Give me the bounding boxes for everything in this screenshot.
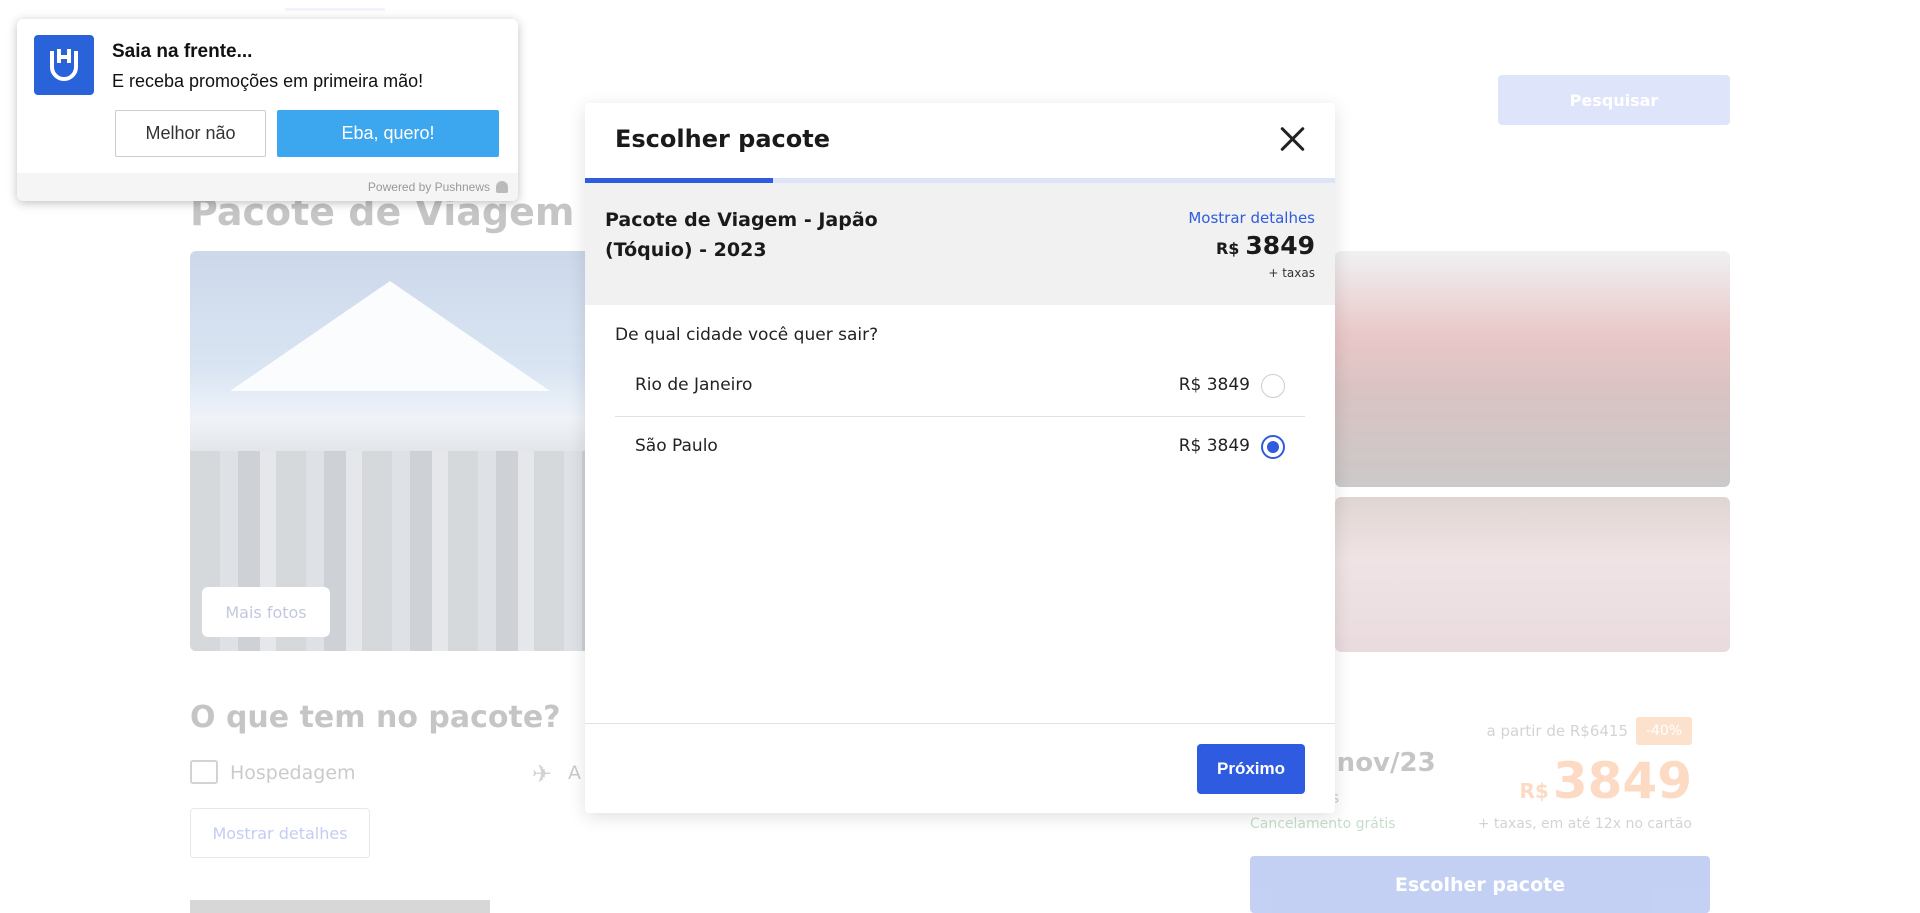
more-photos-button[interactable]: Mais fotos <box>202 587 330 637</box>
choose-package-modal: Escolher pacote Pacote de Viagem - Japão… <box>585 103 1335 813</box>
discount-badge: -40% <box>1636 717 1692 745</box>
push-title: Saia na frente... <box>112 41 253 62</box>
summary-price-value: 3849 <box>1245 231 1315 260</box>
push-footer: Powered by Pushnews <box>17 173 518 201</box>
summary-taxes: + taxas <box>1268 266 1315 280</box>
included-item-lodging: Hospedagem <box>230 762 356 784</box>
accept-button[interactable]: Eba, quero! <box>277 110 499 157</box>
package-name: Pacote de Viagem - Japão (Tóquio) - 2023 <box>605 209 878 261</box>
push-message: E receba promoções em primeira mão! <box>112 71 424 91</box>
next-button[interactable]: Próximo <box>1197 744 1305 794</box>
whats-included-title: O que tem no pacote? <box>190 700 561 735</box>
section-title-partial <box>190 900 490 913</box>
departure-city-question: De qual cidade você quer sair? <box>615 325 879 345</box>
search-button[interactable]: Pesquisar <box>1498 75 1730 125</box>
card-taxes-note: + taxas, em até 12x no cartão <box>1477 816 1692 832</box>
smile-logo-icon <box>34 35 94 95</box>
summary-price-currency: R$ <box>1215 239 1240 258</box>
tab-underline <box>285 8 385 11</box>
temple-photo[interactable] <box>1335 251 1730 487</box>
modal-footer: Próximo <box>585 723 1335 813</box>
city-option-rio[interactable]: Rio de Janeiro R$ 3849 <box>615 357 1305 417</box>
free-cancellation: Cancelamento grátis <box>1250 816 1396 832</box>
close-icon[interactable] <box>1275 121 1311 157</box>
modal-title: Escolher pacote <box>615 125 831 153</box>
card-price: R$ 3849 <box>1520 752 1693 810</box>
card-price-currency: R$ <box>1519 779 1549 803</box>
cherry-blossom-photo[interactable] <box>1335 497 1730 652</box>
decline-button[interactable]: Melhor não <box>115 110 266 157</box>
mountain-shape <box>230 281 550 391</box>
modal-header: Escolher pacote <box>585 103 1335 179</box>
bed-icon <box>190 760 218 784</box>
city-radio[interactable] <box>1261 374 1285 398</box>
city-radio[interactable] <box>1261 435 1285 459</box>
plane-icon: ✈ <box>532 760 553 788</box>
summary-price: R$ 3849 <box>1216 231 1315 260</box>
show-details-button[interactable]: Mostrar detalhes <box>190 808 370 858</box>
city-name: São Paulo <box>635 436 718 456</box>
city-price: R$ 3849 <box>1178 375 1250 395</box>
original-price: a partir de R$6415 <box>1486 722 1628 740</box>
card-price-value: 3849 <box>1552 752 1692 810</box>
included-item-air: A <box>568 762 581 784</box>
bell-icon <box>496 181 508 193</box>
city-option-sao-paulo[interactable]: São Paulo R$ 3849 <box>615 418 1305 478</box>
package-summary: Pacote de Viagem - Japão (Tóquio) - 2023… <box>585 183 1335 305</box>
city-name: Rio de Janeiro <box>635 375 753 395</box>
choose-package-button[interactable]: Escolher pacote <box>1250 856 1710 913</box>
main-photo[interactable]: Mais fotos <box>190 251 590 651</box>
push-notification-prompt: Saia na frente... E receba promoções em … <box>17 19 518 201</box>
city-price: R$ 3849 <box>1178 436 1250 456</box>
show-details-link[interactable]: Mostrar detalhes <box>1188 209 1315 227</box>
powered-by-label: Powered by Pushnews <box>367 180 490 194</box>
